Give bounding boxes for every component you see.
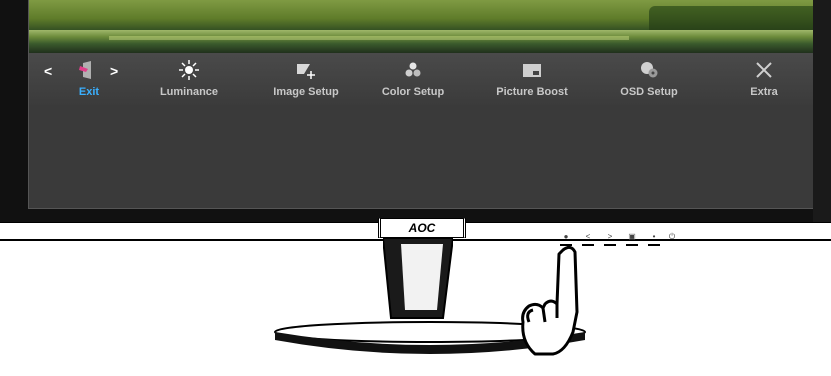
monitor-stand-neck xyxy=(383,238,453,319)
button-underline xyxy=(626,244,638,246)
osd-item-extra[interactable]: Extra xyxy=(709,53,813,105)
button-underline xyxy=(648,244,660,246)
luminance-icon xyxy=(179,60,199,80)
pointing-hand-icon xyxy=(521,245,579,356)
osd-label-image-setup: Image Setup xyxy=(273,86,339,98)
osd-label-exit: Exit xyxy=(78,86,100,98)
osd-label-extra: Extra xyxy=(750,86,778,98)
power-button-icon[interactable]: ⏻ xyxy=(666,231,678,243)
auto-button-icon[interactable]: ▣ xyxy=(626,231,638,243)
exit-icon xyxy=(79,61,91,79)
osd-label-luminance: Luminance xyxy=(159,86,219,98)
nav-right-arrow-icon[interactable]: > xyxy=(110,63,118,79)
source-button-icon[interactable]: • xyxy=(648,231,660,243)
osd-label-picture-boost: Picture Boost xyxy=(496,86,568,98)
osd-item-image-setup[interactable]: Image Setup xyxy=(251,53,361,105)
monitor-bezel-right xyxy=(813,0,831,232)
scenery-water xyxy=(29,30,813,53)
osd-item-luminance[interactable]: Luminance xyxy=(134,53,244,105)
osd-item-exit[interactable]: < > Exit xyxy=(34,53,144,105)
osd-label-osd-setup: OSD Setup xyxy=(620,86,678,98)
button-underline xyxy=(604,244,616,246)
osd-setup-icon xyxy=(641,62,658,78)
osd-label-color-setup: Color Setup xyxy=(381,86,445,98)
wallpaper-scenery xyxy=(29,0,813,53)
right-button-icon[interactable]: > xyxy=(604,231,616,243)
osd-menu-bar: < > Exit Luminance Image Setup Color Set… xyxy=(29,53,813,105)
color-setup-icon xyxy=(405,62,421,77)
osd-item-picture-boost[interactable]: Picture Boost xyxy=(477,53,587,105)
monitor-bezel: < > Exit Luminance Image Setup Color Set… xyxy=(0,0,831,232)
extra-icon xyxy=(756,62,772,78)
image-setup-icon xyxy=(297,64,315,79)
nav-left-arrow-icon[interactable]: < xyxy=(44,63,52,79)
brand-logo: AOC xyxy=(378,218,466,238)
osd-item-osd-setup[interactable]: OSD Setup xyxy=(594,53,704,105)
osd-item-color-setup[interactable]: Color Setup xyxy=(358,53,468,105)
scenery-reflection xyxy=(109,36,629,40)
picture-boost-icon xyxy=(523,64,541,77)
monitor-screen: < > Exit Luminance Image Setup Color Set… xyxy=(28,0,814,209)
